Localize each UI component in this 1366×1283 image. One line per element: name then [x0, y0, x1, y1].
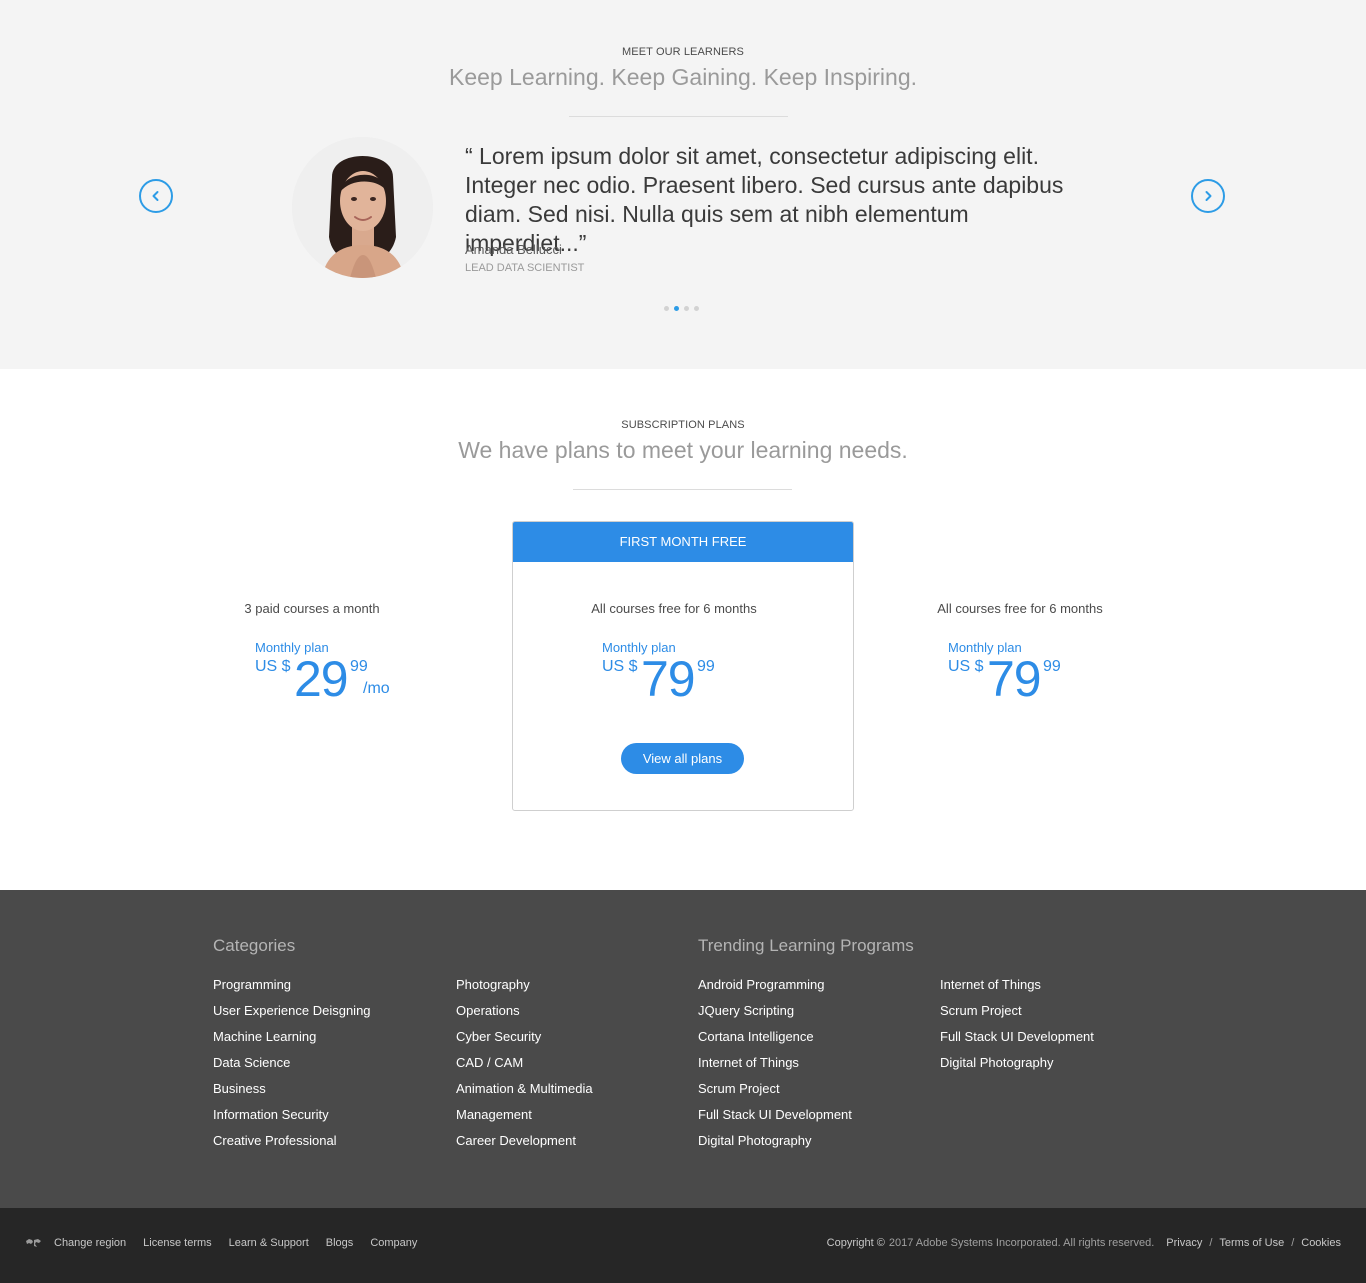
category-link[interactable]: Business: [213, 1080, 371, 1106]
plan-price: Monthly plan US $ 29 99 /mo: [255, 640, 405, 710]
trending-link[interactable]: Internet of Things: [698, 1054, 852, 1080]
next-slide-button[interactable]: [1191, 179, 1225, 213]
plan-price: Monthly plan US $ 79 99: [948, 640, 1088, 710]
trending-link[interactable]: Scrum Project: [940, 1002, 1094, 1028]
chevron-right-icon: [1205, 191, 1212, 201]
plan-title: All courses free for 6 months: [937, 601, 1103, 616]
globe-map-icon: [26, 1239, 41, 1247]
testimonial-role: LEAD DATA SCIENTIST: [465, 262, 585, 274]
plan-price: Monthly plan US $ 79 99: [602, 640, 742, 710]
testimonial-name: Amanda Bellucci: [465, 242, 562, 257]
plans-headline: We have plans to meet your learning need…: [458, 437, 908, 463]
price-period: /mo: [363, 680, 390, 697]
price-amount: 29: [294, 651, 349, 707]
price-amount: 79: [641, 651, 696, 707]
trending-link[interactable]: Internet of Things: [940, 976, 1094, 1002]
plans-eyebrow: SUBSCRIPTION PLANS: [621, 419, 745, 431]
copyright-text: 2017 Adobe Systems Incorporated. All rig…: [888, 1237, 1155, 1249]
company-link[interactable]: Company: [370, 1237, 417, 1249]
trending-link[interactable]: Android Programming: [698, 976, 852, 1002]
category-link[interactable]: Career Development: [456, 1132, 593, 1158]
trending-link[interactable]: Digital Photography: [940, 1054, 1094, 1080]
person-portrait-icon: [292, 137, 433, 278]
trending-list-2: Internet of Things Scrum Project Full St…: [940, 976, 1094, 1080]
view-all-plans-button[interactable]: View all plans: [621, 743, 744, 774]
copyright-label: Copyright ©: [826, 1237, 885, 1249]
price-currency: US $: [948, 658, 984, 675]
category-link[interactable]: Information Security: [213, 1106, 371, 1132]
carousel-dot-active[interactable]: [674, 306, 679, 311]
category-link[interactable]: Data Science: [213, 1054, 371, 1080]
bottom-links: Change region License terms Learn & Supp…: [25, 1237, 417, 1249]
bottom-bar: Change region License terms Learn & Supp…: [0, 1208, 1366, 1283]
trending-link[interactable]: Cortana Intelligence: [698, 1028, 852, 1054]
license-terms-link[interactable]: License terms: [143, 1237, 211, 1249]
carousel-dot[interactable]: [684, 306, 689, 311]
price-currency: US $: [255, 658, 291, 675]
prev-slide-button[interactable]: [139, 179, 173, 213]
trending-link[interactable]: Scrum Project: [698, 1080, 852, 1106]
price-cents: 99: [350, 658, 368, 675]
cookies-link[interactable]: Cookies: [1301, 1237, 1341, 1249]
category-link[interactable]: Creative Professional: [213, 1132, 371, 1158]
learn-support-link[interactable]: Learn & Support: [229, 1237, 309, 1249]
privacy-link[interactable]: Privacy: [1166, 1237, 1202, 1249]
plan-title: All courses free for 6 months: [591, 601, 757, 616]
learners-section: MEET OUR LEARNERS Keep Learning. Keep Ga…: [0, 0, 1366, 369]
price-amount: 79: [987, 651, 1042, 707]
footer: Categories Programming User Experience D…: [0, 890, 1366, 1208]
categories-heading: Categories: [213, 936, 296, 955]
change-region-label: Change region: [54, 1237, 127, 1249]
change-region-link[interactable]: Change region: [25, 1237, 126, 1249]
carousel-dot[interactable]: [664, 306, 669, 311]
trending-list-1: Android Programming JQuery Scripting Cor…: [698, 976, 852, 1158]
blogs-link[interactable]: Blogs: [326, 1237, 354, 1249]
category-link[interactable]: User Experience Deisgning: [213, 1002, 371, 1028]
trending-link[interactable]: Full Stack UI Development: [698, 1106, 852, 1132]
trending-link[interactable]: JQuery Scripting: [698, 1002, 852, 1028]
carousel-dot[interactable]: [694, 306, 699, 311]
category-link[interactable]: CAD / CAM: [456, 1054, 593, 1080]
category-link[interactable]: Management: [456, 1106, 593, 1132]
price-currency: US $: [602, 658, 638, 675]
carousel-dots: [664, 306, 699, 312]
categories-list-2: Photography Operations Cyber Security CA…: [456, 976, 593, 1158]
terms-of-use-link[interactable]: Terms of Use: [1219, 1237, 1284, 1249]
trending-link[interactable]: Full Stack UI Development: [940, 1028, 1094, 1054]
legal-bar: Copyright © 2017 Adobe Systems Incorpora…: [827, 1237, 1341, 1249]
category-link[interactable]: Photography: [456, 976, 593, 1002]
separator: /: [1291, 1237, 1295, 1249]
separator: /: [1209, 1237, 1213, 1249]
featured-plan-banner: FIRST MONTH FREE: [513, 522, 853, 562]
category-link[interactable]: Cyber Security: [456, 1028, 593, 1054]
learners-headline: Keep Learning. Keep Gaining. Keep Inspir…: [449, 64, 917, 90]
testimonial-quote: “ Lorem ipsum dolor sit amet, consectetu…: [465, 143, 1064, 256]
categories-list-1: Programming User Experience Deisgning Ma…: [213, 976, 371, 1158]
trending-link[interactable]: Digital Photography: [698, 1132, 852, 1158]
price-cents: 99: [1043, 658, 1061, 675]
trending-heading: Trending Learning Programs: [698, 936, 914, 955]
divider: [569, 116, 788, 117]
chevron-left-icon: [152, 191, 159, 201]
category-link[interactable]: Operations: [456, 1002, 593, 1028]
divider: [573, 489, 792, 490]
category-link[interactable]: Machine Learning: [213, 1028, 371, 1054]
learners-eyebrow: MEET OUR LEARNERS: [622, 46, 744, 58]
category-link[interactable]: Animation & Multimedia: [456, 1080, 593, 1106]
plan-title: 3 paid courses a month: [244, 601, 380, 616]
category-link[interactable]: Programming: [213, 976, 371, 1002]
price-cents: 99: [697, 658, 715, 675]
avatar: [292, 137, 433, 278]
